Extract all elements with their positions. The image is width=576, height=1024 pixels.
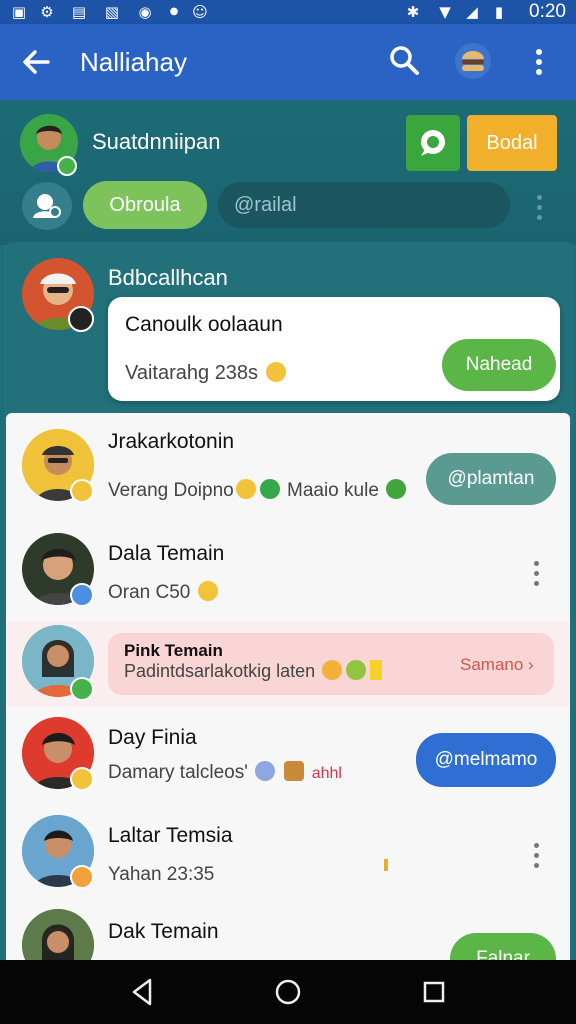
- chat-preview-text: Verang Doipno: [108, 480, 234, 501]
- nahead-button[interactable]: Nahead: [442, 339, 556, 391]
- settings-icon: ⚙: [40, 3, 54, 21]
- emoji-icon: [235, 479, 256, 499]
- arrow-back-icon[interactable]: [18, 44, 54, 80]
- chat-preview: Oran C50: [108, 581, 220, 605]
- melmamo-button[interactable]: @melmamo: [416, 733, 556, 787]
- chat-name: Dak Temain: [108, 920, 219, 943]
- search-icon[interactable]: [386, 42, 422, 78]
- chat-preview-text: Oran C50: [108, 582, 191, 603]
- more-vert-icon[interactable]: [534, 561, 540, 591]
- list-item[interactable]: Dala Temain Oran C50: [6, 521, 570, 622]
- extra-text: ahhl: [311, 765, 342, 782]
- more-vert-icon[interactable]: [534, 843, 540, 873]
- verified-badge-icon: [70, 677, 94, 701]
- featured-name: Bdbcallhcan: [108, 265, 228, 290]
- emoji-icon: [322, 660, 343, 680]
- more-vert-icon[interactable]: [528, 44, 550, 80]
- app-bar: Nalliahay: [0, 24, 576, 100]
- emoji-icon: [259, 479, 280, 499]
- falnar-button[interactable]: Falnar: [450, 933, 556, 963]
- message-icon: ▤: [71, 3, 87, 21]
- emoji-icon: [346, 660, 367, 680]
- chat-name: Laltar Temsia: [108, 824, 233, 847]
- emoji-icon: [197, 581, 218, 601]
- bubble-subtitle-text: Vaitarahg 238s: [125, 362, 259, 384]
- chat-preview: Damary talcleos' ahhl: [108, 761, 342, 786]
- nav-home-icon[interactable]: [270, 974, 306, 1010]
- chat-name: Dala Temain: [108, 542, 225, 565]
- chat-preview: Padintdsarlakotkig laten: [124, 659, 384, 683]
- profile-name: Suatdnniipan: [92, 129, 221, 154]
- emoji-badge-icon: [70, 865, 94, 889]
- signal-icon: ◢: [466, 3, 478, 21]
- user-settings-icon: [33, 194, 61, 218]
- obroula-button[interactable]: Obroula: [83, 181, 207, 229]
- chat-button[interactable]: [406, 115, 460, 171]
- list-item[interactable]: Dak Temain Falnar: [6, 901, 570, 963]
- chat-bubble-icon: [421, 130, 445, 156]
- burger-icon[interactable]: [454, 42, 492, 80]
- emoji-badge-icon: [70, 767, 94, 791]
- more-vert-icon[interactable]: [537, 195, 543, 225]
- app-title: Nalliahay: [80, 47, 187, 77]
- samano-link[interactable]: Samano ›: [460, 654, 534, 676]
- chat-preview-text: Padintdsarlakotkig laten: [124, 661, 316, 681]
- pin-icon: [384, 859, 388, 871]
- status-time: 0:20: [529, 1, 566, 22]
- notification-icon: ▣: [11, 3, 27, 21]
- verified-badge-icon: [57, 156, 77, 176]
- app-icon: ▧: [104, 3, 120, 21]
- emoji-icon: [255, 761, 276, 781]
- list-item[interactable]: Jrakarkotonin Verang Doipno Maaio kule @…: [6, 413, 570, 522]
- search-input[interactable]: @railal: [218, 182, 510, 228]
- avatar: [22, 909, 94, 963]
- burger-icon: [284, 761, 305, 781]
- emoji-icon: ☺: [192, 3, 208, 21]
- list-item[interactable]: Laltar Temsia Yahan 23:35: [6, 805, 570, 902]
- dot-icon: ●: [169, 6, 179, 17]
- status-bar: ▣ ⚙ ▤ ▧ ◉ ● ☺ ✱ ▼ ◢ ▮ 0:20: [0, 0, 576, 24]
- filter-button[interactable]: [22, 182, 72, 230]
- plamtan-button[interactable]: @plamtan: [426, 453, 556, 505]
- status-badge: [70, 583, 94, 607]
- chat-preview: Verang Doipno Maaio kule: [108, 479, 408, 503]
- list-item[interactable]: Day Finia Damary talcleos' ahhl @melmamo: [6, 707, 570, 806]
- chat-name: Jrakarkotonin: [108, 430, 235, 453]
- chat-preview-text: Damary talcleos': [108, 762, 248, 783]
- navigation-bar: [0, 960, 576, 1024]
- chat-list: Jrakarkotonin Verang Doipno Maaio kule @…: [6, 413, 570, 963]
- chat-name: Day Finia: [108, 726, 197, 749]
- battery-icon: ▮: [494, 3, 504, 21]
- vibrate-icon: ✱: [406, 3, 420, 21]
- bubble-subtitle: Vaitarahg 238s: [125, 360, 288, 386]
- leaf-icon: [386, 479, 407, 499]
- bodal-button[interactable]: Bodal: [467, 115, 557, 171]
- emoji-icon: [265, 362, 286, 382]
- status-badge: [68, 306, 94, 332]
- game-icon: ◉: [138, 3, 152, 21]
- chat-preview-suffix: Maaio kule: [287, 480, 379, 501]
- bell-icon: [370, 660, 383, 680]
- nav-back-icon[interactable]: [124, 974, 160, 1010]
- emoji-badge-icon: [70, 479, 94, 503]
- nav-recents-icon[interactable]: [416, 974, 452, 1010]
- wifi-icon: ▼: [439, 3, 451, 21]
- bubble-title: Canoulk oolaaun: [125, 313, 283, 336]
- chat-preview: Yahan 23:35: [108, 864, 215, 885]
